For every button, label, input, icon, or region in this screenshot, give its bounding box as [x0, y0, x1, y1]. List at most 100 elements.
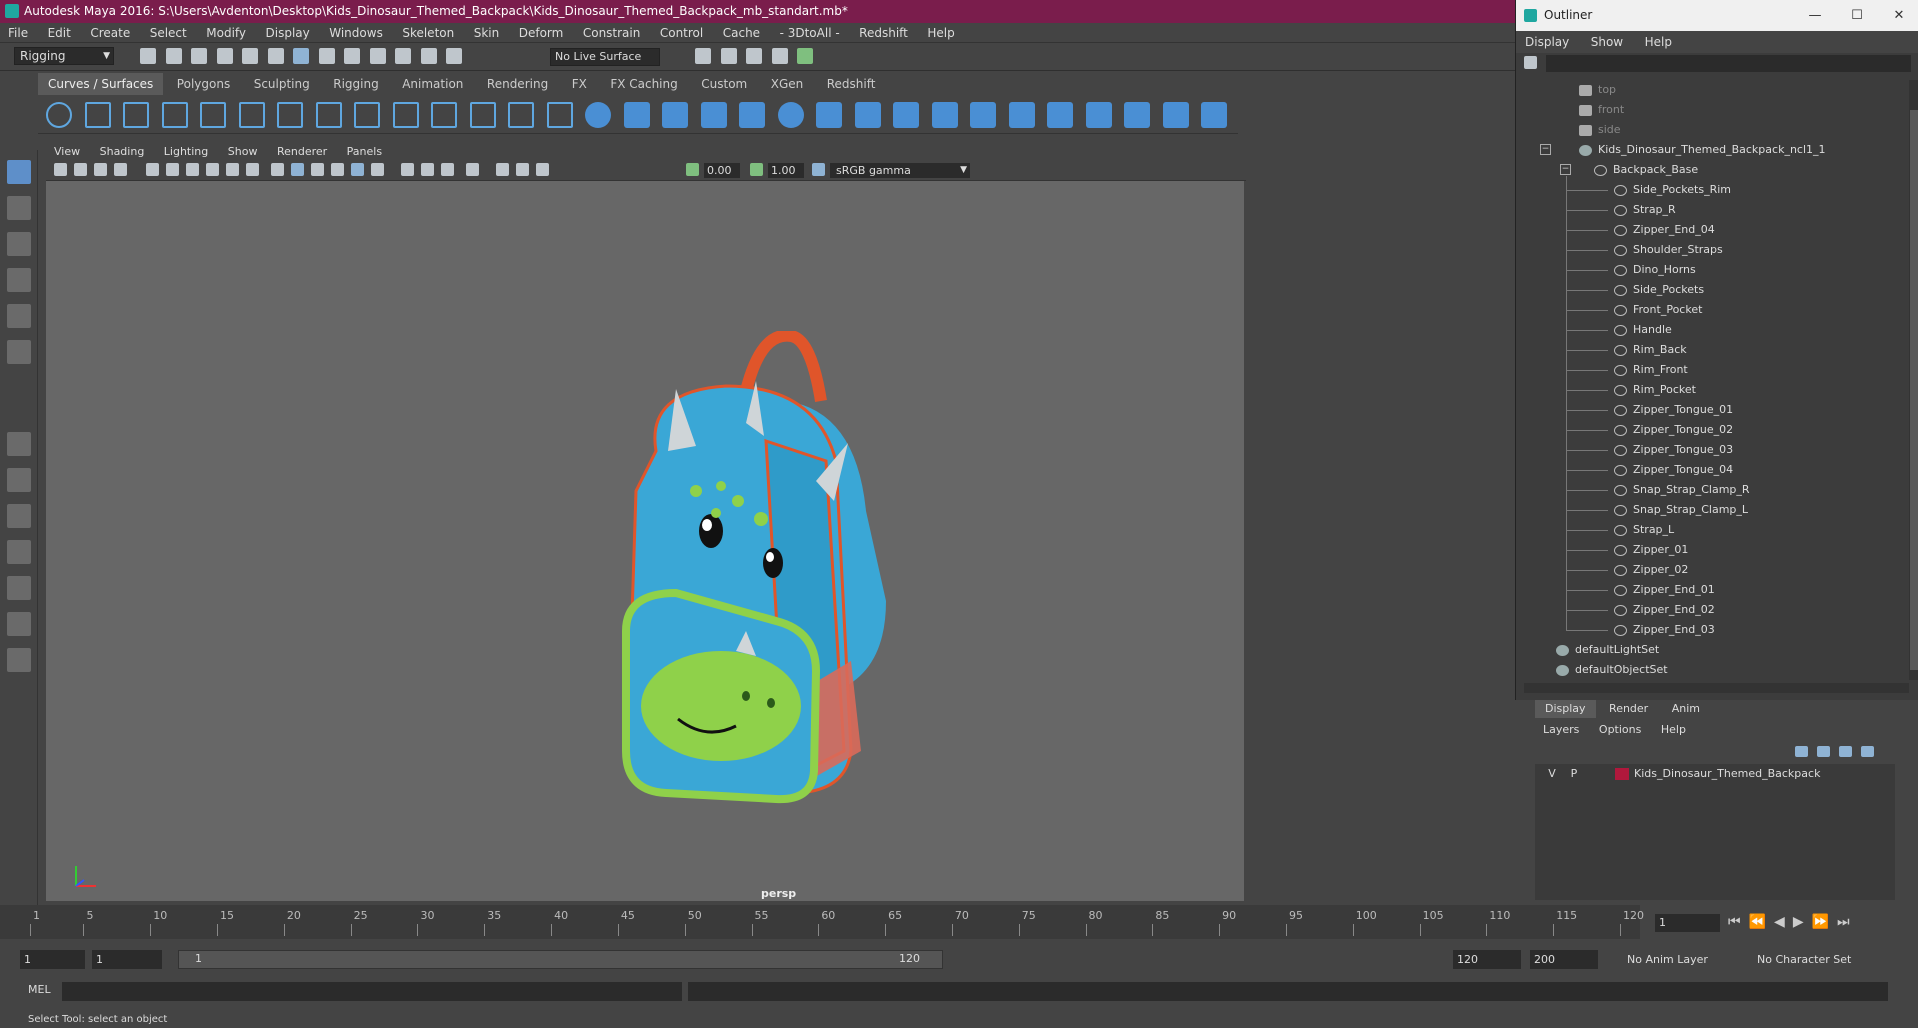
close-icon[interactable]: ✕ [1879, 0, 1918, 31]
ipr-render-icon[interactable] [746, 48, 762, 64]
extend-curve-icon[interactable] [392, 102, 419, 128]
outliner-item[interactable]: Dino_Horns [1614, 260, 1696, 280]
menu-select[interactable]: Select [142, 23, 195, 43]
insert-knot-icon[interactable] [354, 102, 380, 128]
move-tool-icon[interactable] [7, 268, 31, 292]
textured-icon[interactable] [311, 163, 324, 176]
shadows-icon[interactable] [351, 163, 364, 176]
outliner-horizontal-scrollbar[interactable] [1524, 683, 1909, 693]
offset-curve-icon[interactable] [431, 102, 457, 128]
outliner-item[interactable]: Zipper_Tongue_01 [1614, 400, 1733, 420]
snap-curve-icon[interactable] [369, 48, 386, 64]
make-live-icon[interactable] [446, 48, 462, 64]
outliner-item[interactable]: Zipper_01 [1614, 540, 1688, 560]
layer-menu-layers[interactable]: Layers [1535, 720, 1587, 740]
nurbs-plane-icon[interactable] [739, 102, 765, 128]
persp-uv-layout-icon[interactable] [7, 612, 31, 636]
layer-playback-toggle[interactable]: P [1567, 764, 1581, 784]
menu-control[interactable]: Control [652, 23, 711, 43]
menu-windows[interactable]: Windows [321, 23, 391, 43]
panel-menu-view[interactable]: View [46, 143, 88, 161]
outliner-item[interactable]: Zipper_End_01 [1614, 580, 1715, 600]
outliner-menu-help[interactable]: Help [1636, 31, 1681, 53]
outliner-item[interactable]: Side_Pockets_Rim [1614, 180, 1731, 200]
tab-rendering[interactable]: Rendering [477, 73, 558, 95]
outliner-item[interactable]: Rim_Front [1614, 360, 1688, 380]
ep-curve-icon[interactable] [161, 102, 188, 128]
new-scene-icon[interactable] [140, 48, 156, 64]
add-points-icon[interactable] [508, 102, 534, 128]
filter-icon[interactable] [1524, 56, 1537, 69]
outliner-item[interactable]: defaultLightSet [1556, 640, 1659, 660]
film-gate-icon[interactable] [166, 163, 179, 176]
panel-menu-lighting[interactable]: Lighting [156, 143, 216, 161]
attach-curves-icon[interactable] [277, 102, 303, 128]
step-forward-key-icon[interactable]: ⏩ [1812, 914, 1837, 930]
menu-deform[interactable]: Deform [511, 23, 572, 43]
menu-help[interactable]: Help [919, 23, 962, 43]
gate-mask-icon[interactable] [206, 163, 219, 176]
snap-point-icon[interactable] [395, 48, 411, 64]
outliner-item[interactable]: side [1579, 120, 1621, 140]
isolate-select-icon[interactable] [466, 163, 479, 176]
step-back-key-icon[interactable]: ◀ [1774, 914, 1793, 930]
perspective-viewport[interactable]: persp [46, 181, 1244, 901]
panel-menu-panels[interactable]: Panels [339, 143, 390, 161]
camera-attributes-icon[interactable] [74, 163, 87, 176]
outliner-item[interactable]: Handle [1614, 320, 1672, 340]
open-scene-icon[interactable] [165, 48, 182, 64]
anim-layer-dropdown[interactable]: No Anim Layer [1627, 950, 1708, 969]
select-component-icon[interactable] [318, 48, 335, 64]
intersect-surfaces-icon[interactable] [1085, 102, 1112, 128]
outliner-item[interactable]: Strap_L [1614, 520, 1674, 540]
nurbs-cylinder-icon[interactable] [662, 102, 688, 128]
menu-skeleton[interactable]: Skeleton [394, 23, 462, 43]
play-forward-icon[interactable]: ▶ [1793, 914, 1812, 930]
extrude-icon[interactable] [931, 102, 958, 128]
backpack-model[interactable] [586, 331, 986, 811]
safe-action-icon[interactable] [246, 163, 259, 176]
snap-grid-icon[interactable] [344, 48, 360, 64]
tab-display-layers[interactable]: Display [1535, 700, 1596, 718]
redo-icon[interactable] [242, 48, 258, 64]
four-view-layout-icon[interactable] [7, 468, 31, 492]
layer-name[interactable]: Kids_Dinosaur_Themed_Backpack [1634, 764, 1820, 784]
go-to-end-icon[interactable]: ⏭ [1837, 914, 1858, 930]
motion-blur-icon[interactable] [401, 163, 414, 176]
panel-menu-shading[interactable]: Shading [92, 143, 153, 161]
collapse-toggle[interactable]: − [1560, 164, 1571, 175]
hypershade-layout-icon[interactable] [7, 576, 31, 600]
image-plane-icon[interactable] [114, 163, 127, 176]
ambient-occlusion-icon[interactable] [371, 163, 384, 176]
revolve-icon[interactable] [816, 102, 842, 128]
tab-fx-caching[interactable]: FX Caching [600, 73, 687, 95]
smooth-shade-icon[interactable] [291, 163, 304, 176]
menu-create[interactable]: Create [82, 23, 138, 43]
menu-file[interactable]: File [0, 23, 36, 43]
save-scene-icon[interactable] [191, 48, 207, 64]
playback-end-field[interactable]: 120 [1453, 950, 1521, 969]
new-empty-layer-icon[interactable] [1839, 746, 1852, 757]
character-set-dropdown[interactable]: No Character Set [1757, 950, 1851, 969]
scale-tool-icon[interactable] [7, 340, 31, 364]
depth-of-field-icon[interactable] [441, 163, 454, 176]
tab-render-layers[interactable]: Render [1599, 700, 1658, 718]
collapse-toggle[interactable]: − [1540, 144, 1551, 155]
outliner-item[interactable]: Zipper_Tongue_04 [1614, 460, 1733, 480]
exposure-field[interactable]: 0.00 [704, 163, 740, 178]
outliner-item[interactable]: Backpack_Base [1594, 160, 1698, 180]
birail-icon[interactable] [970, 102, 996, 128]
tab-sculpting[interactable]: Sculpting [244, 73, 320, 95]
tab-animation[interactable]: Animation [392, 73, 473, 95]
outliner-menu-display[interactable]: Display [1516, 31, 1578, 53]
menu-modify[interactable]: Modify [198, 23, 254, 43]
tab-fx[interactable]: FX [562, 73, 597, 95]
project-curve-icon[interactable] [1047, 102, 1073, 128]
live-surface-field[interactable]: No Live Surface [550, 48, 660, 66]
lasso-tool-icon[interactable] [7, 196, 31, 220]
trim-tool-icon[interactable] [1124, 102, 1150, 128]
outliner-menu-show[interactable]: Show [1582, 31, 1632, 53]
hypershade-icon[interactable] [797, 48, 813, 64]
tab-curves-surfaces[interactable]: Curves / Surfaces [38, 73, 164, 95]
cv-curve-icon[interactable] [123, 102, 149, 128]
